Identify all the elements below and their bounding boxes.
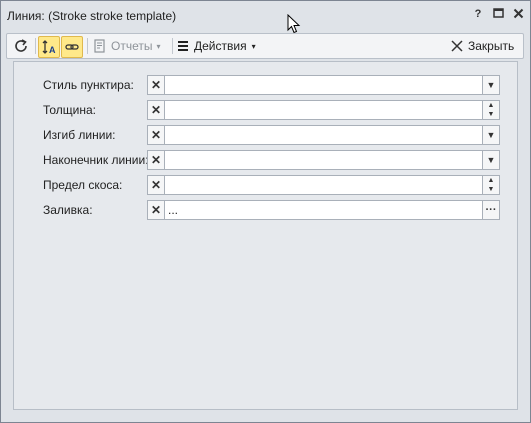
thickness-field[interactable]: ✕ ▲ ▼ bbox=[147, 100, 500, 120]
dropdown-button[interactable]: ▼ bbox=[482, 126, 499, 144]
dropdown-button[interactable]: ▼ bbox=[482, 76, 499, 94]
form-row-line-cap: Наконечник линии: ✕ ▼ bbox=[14, 150, 517, 170]
report-icon bbox=[94, 39, 105, 53]
window-controls: ? bbox=[472, 8, 524, 20]
chevron-down-icon: ▾ bbox=[251, 41, 256, 51]
form-row-dash-style: Стиль пунктира: ✕ ▼ bbox=[14, 75, 517, 95]
line-join-field[interactable]: ✕ ▼ bbox=[147, 125, 500, 145]
miter-limit-field[interactable]: ✕ ▲ ▼ bbox=[147, 175, 500, 195]
window-title: Линия: (Stroke stroke template) bbox=[7, 9, 177, 23]
fill-field[interactable]: ✕ ... ··· bbox=[147, 200, 500, 220]
dash-style-field[interactable]: ✕ ▼ bbox=[147, 75, 500, 95]
reports-label: Отчеты bbox=[111, 39, 153, 53]
maximize-button[interactable] bbox=[492, 8, 504, 20]
clear-icon[interactable]: ✕ bbox=[148, 151, 165, 169]
clear-icon[interactable]: ✕ bbox=[148, 176, 165, 194]
reports-button[interactable]: Отчеты ▾ bbox=[93, 36, 169, 56]
close-label: Закрыть bbox=[468, 39, 515, 53]
mouse-cursor-icon bbox=[287, 14, 301, 34]
menu-icon bbox=[178, 41, 188, 51]
clear-icon[interactable]: ✕ bbox=[148, 201, 165, 219]
title-bar[interactable]: Линия: (Stroke stroke template) ? bbox=[1, 1, 530, 29]
help-button[interactable]: ? bbox=[472, 8, 484, 20]
close-button[interactable]: Закрыть bbox=[451, 36, 521, 56]
field-label: Предел скоса: bbox=[43, 178, 123, 192]
dropdown-button[interactable]: ▼ bbox=[482, 151, 499, 169]
clear-icon[interactable]: ✕ bbox=[148, 101, 165, 119]
ellipsis-button[interactable]: ··· bbox=[482, 201, 499, 219]
field-label: Толщина: bbox=[43, 103, 97, 117]
link-button[interactable] bbox=[61, 36, 83, 58]
dialog-window: Линия: (Stroke stroke template) ? A Отче… bbox=[0, 0, 531, 423]
sort-a-icon: A bbox=[42, 40, 56, 55]
field-label: Наконечник линии: bbox=[43, 153, 149, 167]
spinner-buttons[interactable]: ▲ ▼ bbox=[482, 101, 499, 119]
field-label: Изгиб линии: bbox=[43, 128, 116, 142]
close-window-button[interactable] bbox=[512, 8, 524, 20]
refresh-button[interactable] bbox=[11, 36, 31, 56]
link-icon bbox=[65, 44, 79, 50]
field-value: ... bbox=[168, 203, 179, 217]
form-row-line-join: Изгиб линии: ✕ ▼ bbox=[14, 125, 517, 145]
refresh-icon bbox=[15, 39, 27, 52]
toolbar-separator bbox=[87, 38, 88, 54]
svg-text:A: A bbox=[49, 45, 56, 55]
clear-icon[interactable]: ✕ bbox=[148, 76, 165, 94]
spinner-buttons[interactable]: ▲ ▼ bbox=[482, 176, 499, 194]
actions-label: Действия bbox=[194, 39, 247, 53]
actions-menu-button[interactable]: Действия ▾ bbox=[177, 36, 267, 56]
line-cap-field[interactable]: ✕ ▼ bbox=[147, 150, 500, 170]
sort-button[interactable]: A bbox=[38, 36, 60, 58]
toolbar: A Отчеты ▾ Действия ▾ Закрыть bbox=[6, 33, 524, 59]
chevron-down-icon: ▾ bbox=[156, 41, 161, 51]
form-panel: Стиль пунктира: ✕ ▼ Толщина: ✕ ▲ ▼ Изгиб … bbox=[13, 61, 518, 410]
form-row-miter-limit: Предел скоса: ✕ ▲ ▼ bbox=[14, 175, 517, 195]
form-row-thickness: Толщина: ✕ ▲ ▼ bbox=[14, 100, 517, 120]
clear-icon[interactable]: ✕ bbox=[148, 126, 165, 144]
form-row-fill: Заливка: ✕ ... ··· bbox=[14, 200, 517, 220]
field-label: Заливка: bbox=[43, 203, 93, 217]
toolbar-separator bbox=[35, 38, 36, 54]
close-icon bbox=[451, 40, 463, 52]
toolbar-separator bbox=[172, 38, 173, 54]
field-label: Стиль пунктира: bbox=[43, 78, 134, 92]
